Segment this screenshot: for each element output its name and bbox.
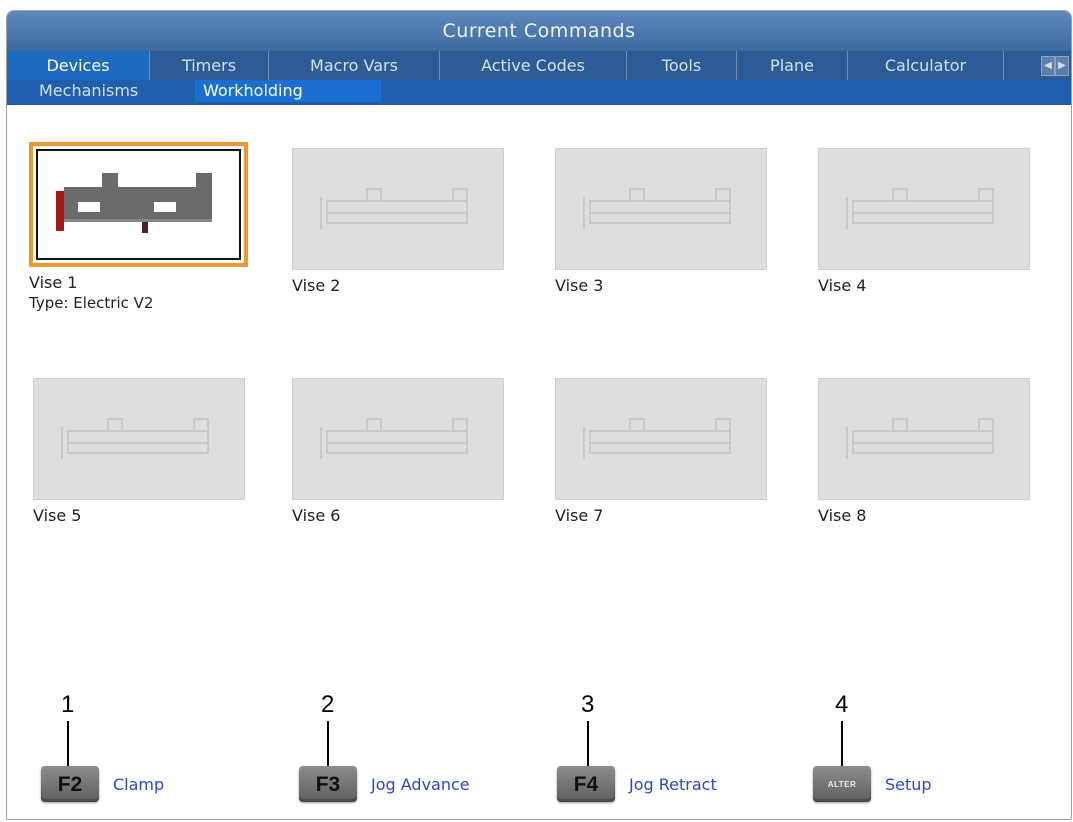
vise-card-7[interactable]: Vise 7 — [555, 378, 767, 525]
tab-bar: Devices Timers Macro Vars Active Codes T… — [7, 51, 1071, 80]
vise-card-2[interactable]: Vise 2 — [292, 148, 504, 295]
vise-card-8[interactable]: Vise 8 — [818, 378, 1030, 525]
tab-active-codes[interactable]: Active Codes — [440, 51, 627, 80]
vise-name: Vise 8 — [818, 506, 867, 525]
vise-thumbnail[interactable] — [818, 148, 1030, 270]
jog-advance-label[interactable]: Jog Advance — [371, 775, 470, 794]
vise-name: Vise 3 — [555, 276, 604, 295]
callout-line — [327, 721, 329, 767]
tab-scroll-right-icon[interactable]: ▶ — [1055, 56, 1069, 76]
vise-placeholder-icon — [583, 418, 731, 459]
f3-key[interactable]: F3 — [299, 766, 357, 802]
setup-label[interactable]: Setup — [885, 775, 932, 794]
vise-thumbnail[interactable] — [818, 378, 1030, 500]
callout-line — [67, 721, 69, 767]
subtab-bar: Mechanisms Workholding — [7, 80, 1071, 105]
callout-number: 2 — [321, 691, 335, 718]
vise-placeholder-icon — [846, 418, 994, 459]
window-title: Current Commands — [7, 11, 1071, 51]
vise-thumbnail-selected[interactable] — [29, 142, 248, 267]
vise-placeholder-icon — [846, 188, 994, 229]
vise-thumbnail[interactable] — [292, 148, 504, 270]
vise-card-3[interactable]: Vise 3 — [555, 148, 767, 295]
vise-type: Type: Electric V2 — [29, 294, 154, 312]
callout-number: 4 — [835, 691, 849, 718]
vise-card-6[interactable]: Vise 6 — [292, 378, 504, 525]
vise-thumbnail[interactable] — [555, 378, 767, 500]
callout-number: 3 — [581, 691, 595, 718]
clamp-label[interactable]: Clamp — [113, 775, 164, 794]
alter-key[interactable]: ALTER — [813, 766, 871, 802]
tab-devices[interactable]: Devices — [7, 51, 150, 80]
vise-card-5[interactable]: Vise 5 — [33, 378, 245, 525]
vise-name: Vise 6 — [292, 506, 341, 525]
callout-line — [587, 721, 589, 767]
tab-timers[interactable]: Timers — [150, 51, 269, 80]
vise-thumbnail[interactable] — [555, 148, 767, 270]
callout-line — [841, 721, 843, 767]
vise-thumbnail[interactable] — [292, 378, 504, 500]
vise-name: Vise 2 — [292, 276, 341, 295]
jog-retract-label[interactable]: Jog Retract — [629, 775, 717, 794]
vise-name: Vise 1 — [29, 273, 78, 292]
current-commands-window: Current Commands Devices Timers Macro Va… — [6, 10, 1072, 820]
vise-icon — [56, 173, 212, 233]
vise-placeholder-icon — [320, 188, 468, 229]
tab-plane[interactable]: Plane — [737, 51, 848, 80]
tab-tools[interactable]: Tools — [627, 51, 737, 80]
vise-thumbnail[interactable] — [33, 378, 245, 500]
tab-scroll-left-icon[interactable]: ◀ — [1041, 56, 1055, 76]
subtab-mechanisms[interactable]: Mechanisms — [31, 80, 146, 102]
subtab-workholding[interactable]: Workholding — [195, 80, 381, 102]
callout-number: 1 — [61, 691, 75, 718]
vise-placeholder-icon — [61, 418, 209, 459]
tab-calculator[interactable]: Calculator — [848, 51, 1004, 80]
vise-name: Vise 7 — [555, 506, 604, 525]
vise-card-4[interactable]: Vise 4 — [818, 148, 1030, 295]
vise-card-1[interactable]: Vise 1 Type: Electric V2 — [29, 142, 248, 312]
vise-name: Vise 4 — [818, 276, 867, 295]
f4-key[interactable]: F4 — [557, 766, 615, 802]
vise-placeholder-icon — [320, 418, 468, 459]
vise-name: Vise 5 — [33, 506, 82, 525]
vise-placeholder-icon — [583, 188, 731, 229]
f2-key[interactable]: F2 — [41, 766, 99, 802]
tab-macro-vars[interactable]: Macro Vars — [269, 51, 440, 80]
